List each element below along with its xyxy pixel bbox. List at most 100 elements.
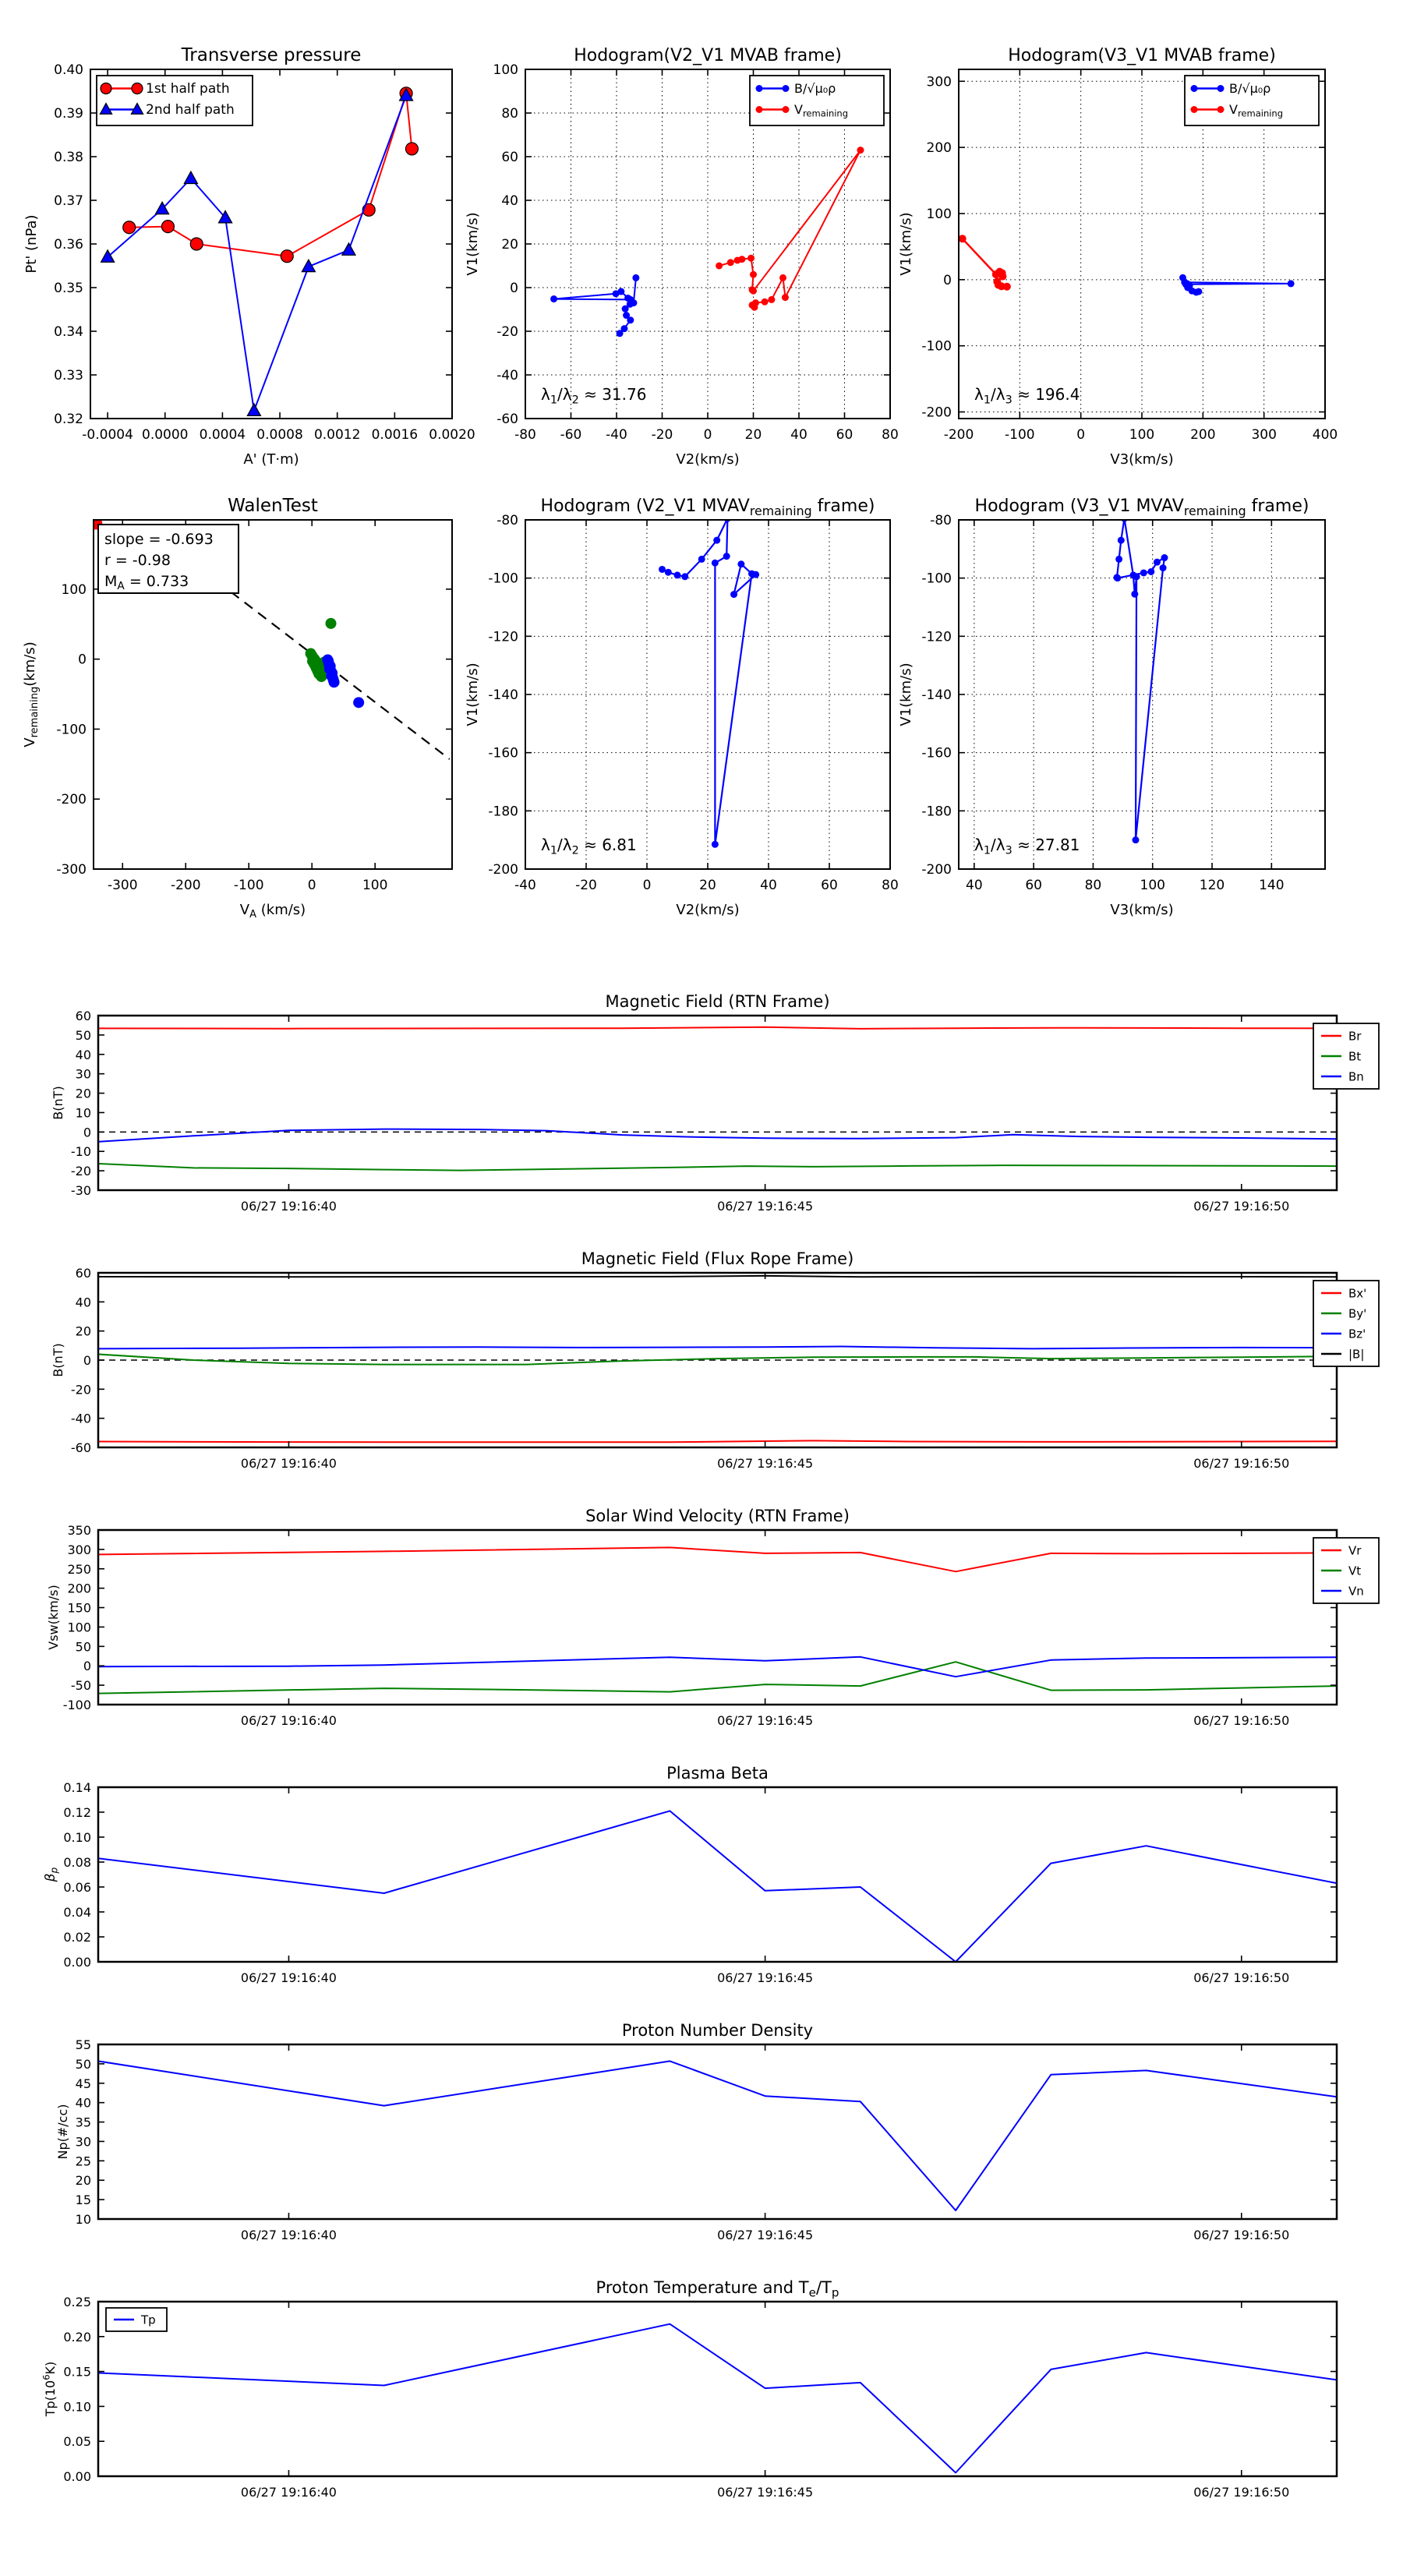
transverse-pressure-ytick: 0.35	[54, 281, 83, 296]
solar-wind-velocity-ytick: 100	[67, 1620, 91, 1634]
plasma-beta-xtick: 06/27 19:16:45	[717, 1970, 813, 1985]
hodogram-v3v1-mvab-xtick: -100	[1005, 427, 1035, 443]
solar-wind-velocity-xtick: 06/27 19:16:50	[1193, 1713, 1289, 1728]
walen-test-xtick: 0	[308, 878, 316, 893]
hodogram-v2v1-mvab-xtick: -40	[606, 427, 627, 443]
proton-temperature-ylabel: Tp(106K)	[41, 2362, 58, 2418]
hodogram-v2v1-mvav-xtick: 60	[821, 878, 838, 893]
magnetic-field-rtn-title: Magnetic Field (RTN Frame)	[605, 992, 829, 1011]
hodogram-v2v1-mvav-ytick: -80	[497, 513, 518, 528]
proton-temperature-ytick: 0.15	[63, 2365, 91, 2380]
solar-wind-velocity-legend-label: Vt	[1348, 1564, 1361, 1578]
magnetic-field-flux-rope-ytick: 20	[76, 1324, 91, 1339]
hodogram-v2v1-mvav-ytick: -120	[488, 629, 518, 645]
transverse-pressure-xtick: -0.0004	[82, 427, 133, 443]
plasma-beta-ytick: 0.04	[63, 1905, 91, 1920]
proton-temperature-ytick: 0.20	[63, 2330, 91, 2345]
solar-wind-velocity-ylabel: Vsw(km/s)	[46, 1585, 61, 1649]
transverse-pressure-title: Transverse pressure	[181, 45, 362, 65]
solar-wind-velocity-ytick: 250	[67, 1562, 91, 1577]
hodogram-v3v1-mvav-annotation: λ1/λ3 ≈ 27.81	[974, 836, 1080, 857]
solar-wind-velocity-ytick: 50	[76, 1639, 91, 1654]
magnetic-field-flux-rope-legend-label: By'	[1348, 1307, 1366, 1321]
hodogram-v2v1-mvab-ytick: 80	[501, 106, 518, 122]
hodogram-v3v1-mvab-xtick: 100	[1129, 427, 1154, 443]
walen-test-ytick: -300	[56, 862, 87, 878]
hodogram-v3v1-mvab-title: Hodogram(V3_V1 MVAB frame)	[1008, 46, 1276, 65]
hodogram-v3v1-mvab-ylabel: V1(km/s)	[898, 212, 914, 275]
hodogram-v2v1-mvav-xtick: -20	[575, 878, 597, 893]
solar-wind-velocity-xtick: 06/27 19:16:45	[717, 1713, 813, 1728]
hodogram-v2v1-mvav-ylabel: V1(km/s)	[465, 663, 481, 726]
hodogram-v3v1-mvab-ytick: 100	[927, 207, 952, 222]
hodogram-v2v1-mvab-ytick: -20	[497, 324, 518, 340]
magnetic-field-flux-rope-xtick: 06/27 19:16:50	[1193, 1456, 1289, 1471]
hodogram-v2v1-mvab-ytick: 60	[501, 150, 518, 165]
proton-number-density-ytick: 55	[76, 2037, 91, 2052]
transverse-pressure-ytick: 0.32	[54, 412, 83, 427]
walen-test-ytick: 0	[78, 652, 87, 668]
walen-test-xtick: -300	[108, 878, 138, 893]
hodogram-v2v1-mvab-ytick: 100	[493, 62, 518, 78]
hodogram-v3v1-mvav-ytick: -200	[921, 862, 952, 878]
transverse-pressure-xtick: 0.0016	[372, 427, 418, 443]
hodogram-v3v1-mvav-xtick: 100	[1140, 878, 1165, 893]
hodogram-v2v1-mvab-xtick: -80	[514, 427, 536, 443]
magnetic-field-rtn-ytick: -20	[71, 1164, 91, 1178]
proton-number-density-xtick: 06/27 19:16:45	[717, 2228, 813, 2242]
plasma-beta-title: Plasma Beta	[666, 1764, 769, 1783]
plasma-beta-ytick: 0.00	[63, 1955, 91, 1970]
hodogram-v3v1-mvav-ytick: -140	[921, 687, 952, 703]
hodogram-v2v1-mvav-ytick: -100	[488, 571, 518, 587]
magnetic-field-rtn-ytick: 40	[76, 1048, 91, 1062]
proton-number-density-title: Proton Number Density	[622, 2021, 813, 2040]
hodogram-v3v1-mvab-annotation: λ1/λ3 ≈ 196.4	[974, 385, 1080, 406]
proton-temperature-ytick: 0.10	[63, 2399, 91, 2414]
magnetic-field-rtn-ytick: 10	[76, 1105, 91, 1120]
hodogram-v2v1-mvab-ylabel: V1(km/s)	[465, 212, 481, 275]
hodogram-v3v1-mvav-ytick: -180	[921, 804, 952, 819]
hodogram-v3v1-mvav-title: Hodogram (V3_V1 MVAVremaining frame)	[975, 496, 1309, 518]
magnetic-field-flux-rope-ytick: 40	[76, 1295, 91, 1309]
hodogram-v2v1-mvav-ytick: -180	[488, 804, 518, 819]
proton-temperature-legend-label: Tp	[140, 2313, 156, 2327]
proton-number-density-ylabel: Np(#/cc)	[55, 2104, 70, 2160]
hodogram-v2v1-mvab-ytick: 20	[501, 237, 518, 253]
transverse-pressure-xtick: 0.0020	[429, 427, 475, 443]
hodogram-v2v1-mvab-annotation: λ1/λ2 ≈ 31.76	[541, 385, 646, 406]
magnetic-field-flux-rope-ylabel: B(nT)	[51, 1343, 65, 1376]
transverse-pressure-ytick: 0.34	[54, 324, 83, 340]
transverse-pressure-ytick: 0.37	[54, 193, 83, 209]
transverse-pressure-ylabel: Pt' (nPa)	[23, 214, 40, 273]
walen-test-stat-line: slope = -0.693	[104, 531, 214, 548]
magnetic-field-flux-rope-ytick: -60	[71, 1440, 91, 1455]
magnetic-field-rtn-ytick: 30	[76, 1067, 91, 1082]
proton-temperature-xtick: 06/27 19:16:40	[241, 2485, 337, 2500]
proton-number-density-ytick: 25	[76, 2154, 91, 2168]
proton-number-density-xtick: 06/27 19:16:50	[1193, 2228, 1289, 2242]
proton-temperature-ytick: 0.00	[63, 2469, 91, 2484]
proton-temperature-xtick: 06/27 19:16:45	[717, 2485, 813, 2500]
hodogram-v3v1-mvab-ytick: -100	[921, 339, 952, 355]
hodogram-v3v1-mvab-xtick: 400	[1313, 427, 1338, 443]
hodogram-v3v1-mvab-ytick: 200	[927, 140, 952, 156]
hodogram-v3v1-mvav-xtick: 80	[1085, 878, 1102, 893]
solar-wind-velocity-ytick: 300	[67, 1542, 91, 1557]
hodogram-v3v1-mvab-xtick: -200	[944, 427, 974, 443]
hodogram-v2v1-mvav-ytick: -160	[488, 746, 518, 761]
hodogram-v3v1-mvav-ylabel: V1(km/s)	[898, 663, 914, 726]
flux-rope-analysis-figure: -0.00040.00000.00040.00080.00120.00160.0…	[0, 0, 1403, 2572]
solar-wind-velocity-ytick: 200	[67, 1581, 91, 1596]
figure-canvas: -0.00040.00000.00040.00080.00120.00160.0…	[0, 0, 1403, 2572]
magnetic-field-flux-rope-legend-label: Bx'	[1348, 1287, 1366, 1301]
transverse-pressure-legend-label: 2nd half path	[146, 102, 235, 118]
hodogram-v2v1-mvav-xtick: -40	[514, 878, 536, 893]
hodogram-v3v1-mvab-ytick: 300	[927, 74, 952, 90]
proton-number-density-xtick: 06/27 19:16:40	[241, 2228, 337, 2242]
hodogram-v2v1-mvab-xlabel: V2(km/s)	[676, 451, 739, 468]
transverse-pressure-ytick: 0.39	[54, 106, 83, 122]
solar-wind-velocity-legend-label: Vr	[1348, 1544, 1362, 1558]
hodogram-v2v1-mvav-ytick: -200	[488, 862, 518, 878]
transverse-pressure-ytick: 0.38	[54, 150, 83, 165]
hodogram-v3v1-mvab-xtick: 200	[1190, 427, 1215, 443]
